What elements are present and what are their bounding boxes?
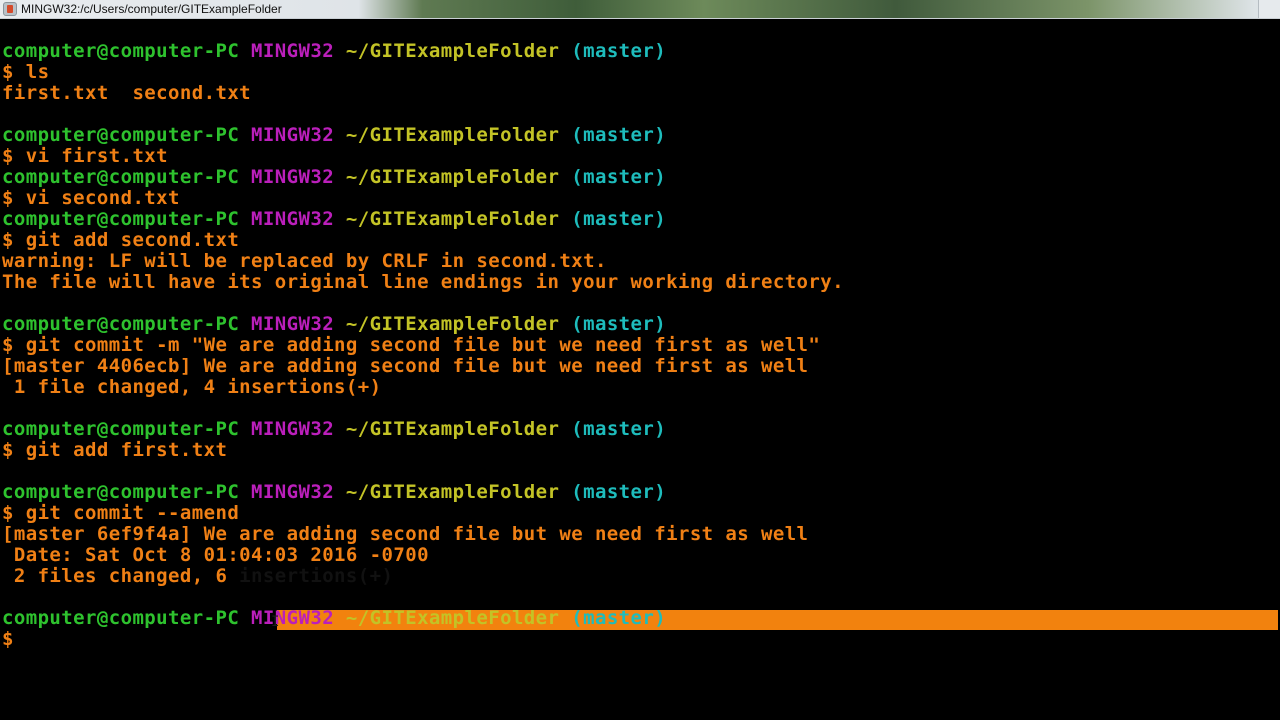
prompt-path: ~/GITExampleFolder [345,607,560,629]
output-line: warning: LF will be replaced by CRLF in … [2,251,1278,272]
prompt-system: MINGW32 [251,481,335,503]
prompt-user-host: computer@computer-PC [2,481,240,503]
prompt-line: computer@computer-PC MINGW32 ~/GITExampl… [2,41,1278,62]
prompt-user-host: computer@computer-PC [2,208,240,230]
output-text: Date: Sat Oct 8 01:04:03 2016 -0700 [2,544,429,566]
output-text: first.txt second.txt [2,82,252,104]
output-text: [master 6ef9f4a] We are adding second fi… [2,523,809,545]
output-line: The file will have its original line end… [2,272,1278,293]
window-title-bar[interactable]: MINGW32:/c/Users/computer/GITExampleFold… [0,0,1280,18]
command-line: $ ls [2,62,1278,83]
prompt-system: MINGW32 [251,418,335,440]
output-line: [master 4406ecb] We are adding second fi… [2,356,1278,377]
prompt-path: ~/GITExampleFolder [345,208,560,230]
prompt-branch: (master) [571,607,667,629]
prompt-system: MINGW32 [251,40,335,62]
prompt-system: MINGW32 [251,208,335,230]
prompt-user-host: computer@computer-PC [2,607,240,629]
text-cursor-icon: I [271,614,280,630]
prompt-user-host: computer@computer-PC [2,166,240,188]
output-line: first.txt second.txt [2,83,1278,104]
prompt-user-host: computer@computer-PC [2,40,240,62]
prompt-path: ~/GITExampleFolder [345,481,560,503]
command-text: $ git commit --amend [2,502,240,524]
window-controls-edge [1258,0,1280,18]
prompt-system: MINGW32 [251,313,335,335]
command-line: $ vi second.txt [2,188,1278,209]
prompt-path: ~/GITExampleFolder [345,418,560,440]
prompt-branch: (master) [571,208,667,230]
selected-text: insertions(+) [227,565,394,587]
prompt-path: ~/GITExampleFolder [345,313,560,335]
output-line-selected: 2 files changed, 6 insertions(+) [2,566,1278,587]
prompt-line: computer@computer-PC MINGW32 ~/GITExampl… [2,314,1278,335]
prompt-branch: (master) [571,481,667,503]
window-title: MINGW32:/c/Users/computer/GITExampleFold… [21,2,282,16]
prompt-line: computer@computer-PC MINGW32 ~/GITExampl… [2,167,1278,188]
prompt-branch: (master) [571,313,667,335]
prompt-path: ~/GITExampleFolder [345,40,560,62]
title-divider [0,18,1280,19]
command-text: $ [2,628,14,650]
prompt-user-host: computer@computer-PC [2,313,240,335]
prompt-line: computer@computer-PC MINGW32 ~/GITExampl… [2,482,1278,503]
prompt-path: ~/GITExampleFolder [345,124,560,146]
output-text: [master 4406ecb] We are adding second fi… [2,355,809,377]
prompt-system: MINGW32 [251,124,335,146]
command-line: $ vi first.txt [2,146,1278,167]
terminal-output[interactable]: computer@computer-PC MINGW32 ~/GITExampl… [2,41,1278,717]
command-text: $ vi first.txt [2,145,169,167]
prompt-branch: (master) [571,124,667,146]
prompt-system: MINGW32 [251,166,335,188]
output-text: 1 file changed, 4 insertions(+) [2,376,382,398]
command-line: $ git commit -m "We are adding second fi… [2,335,1278,356]
output-text: warning: LF will be replaced by CRLF in … [2,250,607,272]
output-line: 1 file changed, 4 insertions(+) [2,377,1278,398]
prompt-line: computer@computer-PC MINGW32 ~/GITExampl… [2,209,1278,230]
prompt-path: ~/GITExampleFolder [345,166,560,188]
prompt-system: MINGW32 [251,607,335,629]
output-text: The file will have its original line end… [2,271,844,293]
git-bash-icon [3,2,17,16]
prompt-user-host: computer@computer-PC [2,418,240,440]
command-line: $ [2,629,1278,650]
command-line: $ git commit --amend [2,503,1278,524]
command-text: $ ls [2,61,50,83]
command-line: $ git add first.txt [2,440,1278,461]
command-text: $ vi second.txt [2,187,180,209]
prompt-user-host: computer@computer-PC [2,124,240,146]
command-line: $ git add second.txt [2,230,1278,251]
prompt-branch: (master) [571,418,667,440]
output-text: 2 files changed, 6 [2,565,228,587]
command-text: $ git commit -m "We are adding second fi… [2,334,821,356]
prompt-line: computer@computer-PC MINGW32 ~/GITExampl… [2,419,1278,440]
prompt-branch: (master) [571,166,667,188]
command-text: $ git add first.txt [2,439,228,461]
prompt-line: computer@computer-PC MINGW32 ~/GITExampl… [2,125,1278,146]
output-line: Date: Sat Oct 8 01:04:03 2016 -0700 [2,545,1278,566]
command-text: $ git add second.txt [2,229,240,251]
prompt-branch: (master) [571,40,667,62]
output-line: [master 6ef9f4a] We are adding second fi… [2,524,1278,545]
prompt-line: computer@computer-PC MINGW32 ~/GITExampl… [2,608,1278,629]
